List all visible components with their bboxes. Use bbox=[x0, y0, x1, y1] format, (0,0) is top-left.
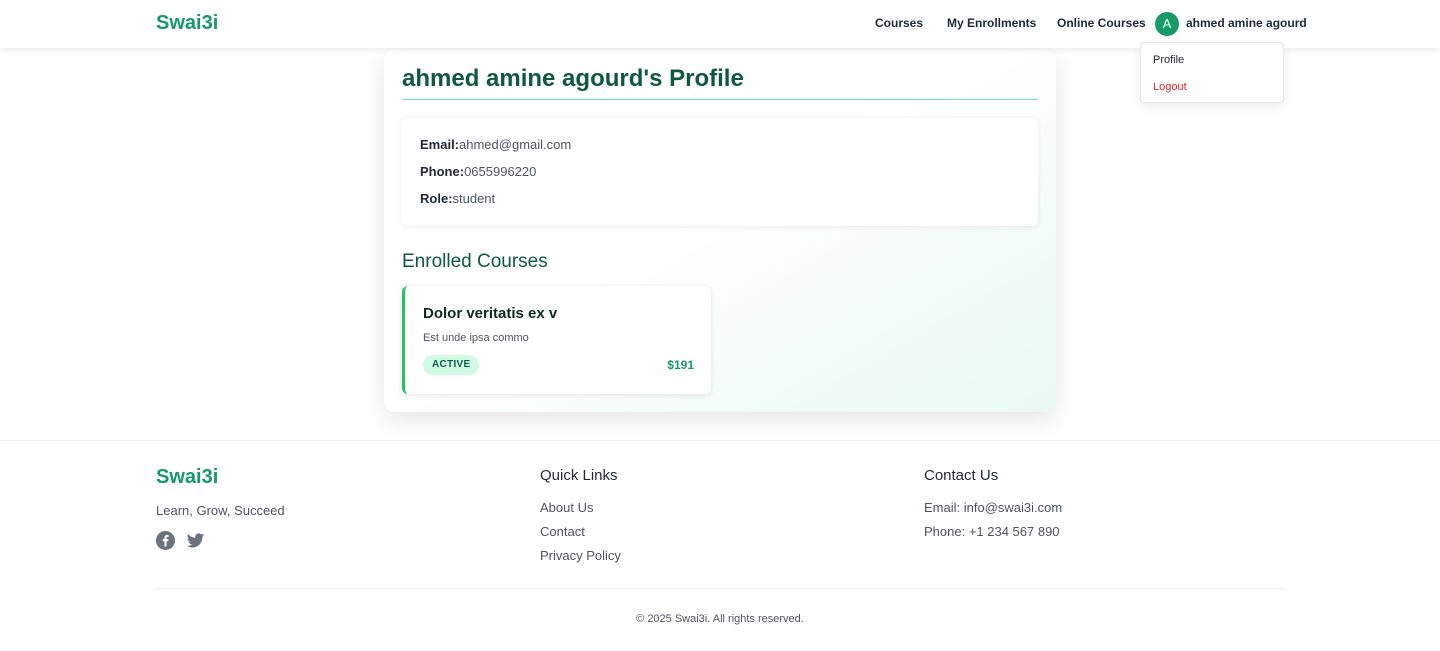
user-info-box: Email:ahmed@gmail.com Phone:0655996220 R… bbox=[402, 118, 1038, 226]
footer-link-about[interactable]: About Us bbox=[540, 500, 593, 515]
email-label: Email: bbox=[420, 137, 460, 152]
role-row: Role:student bbox=[420, 191, 495, 206]
user-dropdown-menu: Profile Logout bbox=[1140, 42, 1284, 103]
menu-item-logout[interactable]: Logout bbox=[1153, 81, 1187, 93]
nav-online-courses[interactable]: Online Courses bbox=[1057, 16, 1146, 30]
page-title: ahmed amine agourd's Profile bbox=[402, 65, 744, 92]
course-card[interactable]: Dolor veritatis ex v Est unde ipsa commo… bbox=[402, 286, 711, 394]
footer-tagline: Learn, Grow, Succeed bbox=[156, 503, 285, 518]
email-value: ahmed@gmail.com bbox=[459, 137, 572, 152]
quick-links-title: Quick Links bbox=[540, 467, 618, 484]
contact-email: Email: info@swai3i.com bbox=[924, 500, 1063, 515]
status-badge: ACTIVE bbox=[423, 355, 480, 375]
facebook-icon[interactable] bbox=[156, 531, 175, 550]
copyright: © 2025 Swai3i. All rights reserved. bbox=[636, 613, 804, 625]
contact-title: Contact Us bbox=[924, 467, 999, 484]
role-label: Role: bbox=[420, 191, 453, 206]
footer-divider bbox=[156, 588, 1284, 589]
phone-value: 0655996220 bbox=[464, 164, 537, 179]
profile-card: ahmed amine agourd's Profile Email:ahmed… bbox=[384, 50, 1056, 412]
enrolled-courses-heading: Enrolled Courses bbox=[402, 251, 548, 272]
avatar[interactable]: A bbox=[1155, 12, 1179, 36]
title-divider bbox=[402, 99, 1038, 100]
contact-phone: Phone: +1 234 567 890 bbox=[924, 524, 1060, 539]
footer-link-contact[interactable]: Contact bbox=[540, 524, 585, 539]
footer-brand: Swai3i bbox=[156, 466, 219, 488]
course-description: Est unde ipsa commo bbox=[423, 332, 529, 344]
phone-label: Phone: bbox=[420, 164, 465, 179]
brand-logo[interactable]: Swai3i bbox=[156, 12, 218, 35]
twitter-icon[interactable] bbox=[186, 531, 205, 550]
email-row: Email:ahmed@gmail.com bbox=[420, 137, 571, 152]
nav-my-enrollments[interactable]: My Enrollments bbox=[947, 16, 1036, 30]
footer: Swai3i Learn, Grow, Succeed Quick Links … bbox=[0, 440, 1440, 651]
role-value: student bbox=[452, 191, 496, 206]
course-title: Dolor veritatis ex v bbox=[423, 305, 558, 322]
user-menu-toggle[interactable]: ahmed amine agourd bbox=[1186, 16, 1307, 30]
course-price: $191 bbox=[667, 358, 694, 372]
top-navbar: Swai3i Courses My Enrollments Online Cou… bbox=[0, 0, 1440, 48]
menu-item-profile[interactable]: Profile bbox=[1153, 54, 1184, 66]
phone-row: Phone:0655996220 bbox=[420, 164, 536, 179]
nav-courses[interactable]: Courses bbox=[875, 16, 923, 30]
footer-link-privacy[interactable]: Privacy Policy bbox=[540, 548, 621, 563]
